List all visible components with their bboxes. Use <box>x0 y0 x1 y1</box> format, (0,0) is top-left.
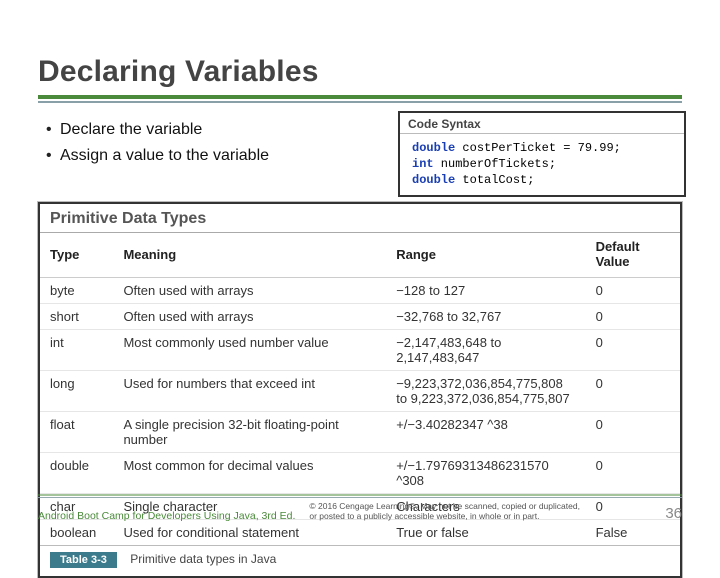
data-table: Type Meaning Range Default Value byte Of… <box>40 233 680 545</box>
title-rule-slate <box>38 101 682 103</box>
cell-meaning: Most common for decimal values <box>113 453 386 494</box>
cell-meaning: Often used with arrays <box>113 278 386 304</box>
cell-meaning: Often used with arrays <box>113 304 386 330</box>
code-syntax-heading: Code Syntax <box>400 115 684 134</box>
cell-type: long <box>40 371 113 412</box>
code-block: double costPerTicket = 79.99; int number… <box>400 134 684 191</box>
table-title: Primitive Data Types <box>40 204 680 233</box>
slide: Declaring Variables Declare the variable… <box>0 0 720 540</box>
cell-type: float <box>40 412 113 453</box>
code-syntax-box: Code Syntax double costPerTicket = 79.99… <box>398 111 686 197</box>
cell-default: 0 <box>586 453 680 494</box>
cell-meaning: A single precision 32-bit floating-point… <box>113 412 386 453</box>
copyright-text: © 2016 Cengage Learning®. May not be sca… <box>309 502 651 522</box>
cell-meaning: Used for numbers that exceed int <box>113 371 386 412</box>
table-footer: Table 3-3 Primitive data types in Java <box>40 545 680 576</box>
slide-footer: Android Boot Camp for Developers Using J… <box>38 502 682 522</box>
cell-type: byte <box>40 278 113 304</box>
cell-range: −128 to 127 <box>386 278 585 304</box>
copyright-line: or posted to a publicly accessible websi… <box>309 511 539 521</box>
table-row: byte Often used with arrays −128 to 127 … <box>40 278 680 304</box>
cell-default: 0 <box>586 371 680 412</box>
footer-rule-green <box>38 494 682 496</box>
table-header-row: Type Meaning Range Default Value <box>40 233 680 278</box>
title-rule-green <box>38 95 682 99</box>
cell-default: 0 <box>586 330 680 371</box>
col-type: Type <box>40 233 113 278</box>
cell-default: 0 <box>586 304 680 330</box>
code-keyword: double <box>412 141 455 155</box>
table-row: long Used for numbers that exceed int −9… <box>40 371 680 412</box>
table-caption: Primitive data types in Java <box>130 552 276 566</box>
cell-type: int <box>40 330 113 371</box>
table-row: double Most common for decimal values +/… <box>40 453 680 494</box>
col-meaning: Meaning <box>113 233 386 278</box>
cell-type: short <box>40 304 113 330</box>
footer-rule-slate <box>38 497 682 498</box>
cell-range: −2,147,483,648 to 2,147,483,647 <box>386 330 585 371</box>
col-range: Range <box>386 233 585 278</box>
col-default: Default Value <box>586 233 680 278</box>
table-row: int Most commonly used number value −2,1… <box>40 330 680 371</box>
copyright-line: © 2016 Cengage Learning®. May not be sca… <box>309 501 580 511</box>
code-keyword: int <box>412 157 434 171</box>
slide-title: Declaring Variables <box>38 55 682 91</box>
cell-type: boolean <box>40 520 113 546</box>
cell-default: False <box>586 520 680 546</box>
code-rest: numberOfTickets; <box>434 157 556 171</box>
cell-type: double <box>40 453 113 494</box>
cell-meaning: Most commonly used number value <box>113 330 386 371</box>
cell-range: True or false <box>386 520 585 546</box>
cell-default: 0 <box>586 278 680 304</box>
code-rest: costPerTicket = 79.99; <box>455 141 621 155</box>
page-number: 36 <box>665 505 682 522</box>
table-tag: Table 3-3 <box>50 552 117 568</box>
cell-range: +/−3.40282347 ^38 <box>386 412 585 453</box>
book-title: Android Boot Camp for Developers Using J… <box>38 510 295 522</box>
table-row: short Often used with arrays −32,768 to … <box>40 304 680 330</box>
code-keyword: double <box>412 173 455 187</box>
code-rest: totalCost; <box>455 173 534 187</box>
cell-range: −32,768 to 32,767 <box>386 304 585 330</box>
cell-range: +/−1.79769313486231570 ^308 <box>386 453 585 494</box>
cell-range: −9,223,372,036,854,775,808 to 9,223,372,… <box>386 371 585 412</box>
table-row: boolean Used for conditional statement T… <box>40 520 680 546</box>
cell-default: 0 <box>586 412 680 453</box>
cell-meaning: Used for conditional statement <box>113 520 386 546</box>
table-row: float A single precision 32-bit floating… <box>40 412 680 453</box>
